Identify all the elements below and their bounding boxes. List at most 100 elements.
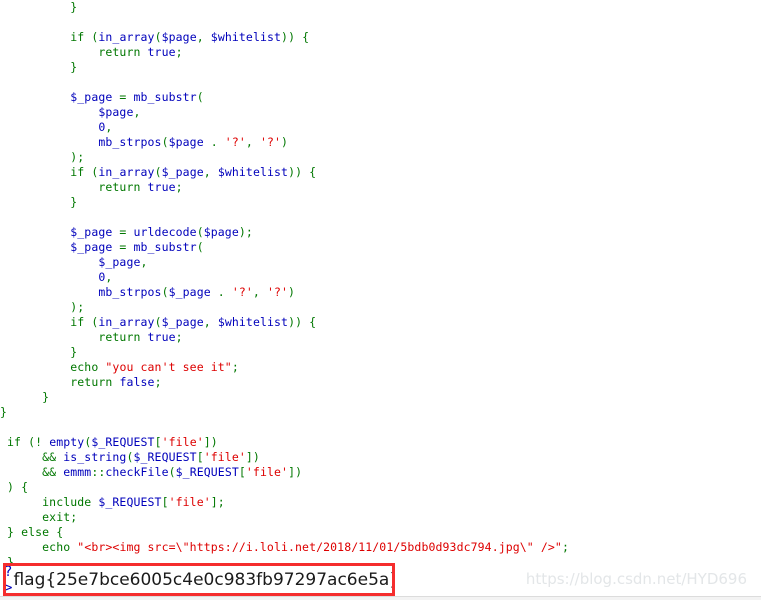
code-token-pun: ( <box>196 225 204 239</box>
php-source-code-view: } if (in_array($page, $whitelist)) { ret… <box>0 0 761 569</box>
code-token-fn: in_array <box>98 315 155 329</box>
code-token-pun <box>141 330 148 344</box>
code-token-var: $_page <box>70 90 113 104</box>
code-token-str: "you can't see it" <box>105 360 232 374</box>
code-token-pun: . <box>210 285 232 299</box>
code-token-kw: exit <box>42 510 71 524</box>
code-token-pun: } <box>70 195 78 209</box>
code-line: ); <box>0 150 761 165</box>
code-token-pun: , <box>133 105 141 119</box>
code-token-pun: , <box>252 285 267 299</box>
code-token-pun: :: <box>91 465 106 479</box>
flag-annotation-box: ?> flag{25e7bce6005c4e0c983fb97297ac6e5a… <box>3 563 395 596</box>
code-token-fn: mb_substr <box>133 90 197 104</box>
code-token-pun: ; <box>561 540 569 554</box>
code-token-pun: ]) <box>245 450 260 464</box>
code-token-pun: ; <box>154 375 162 389</box>
code-token-pun: ) <box>288 285 296 299</box>
code-token-pun: } <box>70 60 78 74</box>
code-token-var: $_page <box>161 165 204 179</box>
code-token-pun: , <box>203 165 218 179</box>
code-token-pun: = <box>112 240 134 254</box>
code-line: 0, <box>0 120 761 135</box>
blog-watermark: https://blog.csdn.net/HYD696 <box>525 570 747 588</box>
code-token-pun: { <box>49 525 64 539</box>
php-close-tag: ?> <box>4 563 13 596</box>
code-token-str: 'file' <box>161 435 204 449</box>
code-token-var: $_page <box>70 240 113 254</box>
code-line: } <box>0 405 761 420</box>
code-token-kw: else <box>21 525 50 539</box>
code-line: ) { <box>0 480 761 495</box>
code-line: return true; <box>0 330 761 345</box>
code-line: echo "you can't see it"; <box>0 360 761 375</box>
window-bottom-edge <box>0 596 761 600</box>
code-line: && emmm::checkFile($_REQUEST['file']) <box>0 465 761 480</box>
code-token-kw: if <box>70 30 85 44</box>
code-block: } if (in_array($page, $whitelist)) { ret… <box>0 0 761 570</box>
code-token-pun: } <box>70 0 78 14</box>
code-token-var: $whitelist <box>217 315 289 329</box>
code-token-pun: ); <box>70 150 85 164</box>
code-token-kw: return <box>98 45 141 59</box>
code-token-fn: emmm <box>63 465 92 479</box>
code-token-var: $page <box>161 30 197 44</box>
flag-value: flag{25e7bce6005c4e0c983fb97297ac6e5a} <box>13 569 395 590</box>
code-token-pun: , <box>203 315 218 329</box>
code-token-str: '?' <box>231 285 253 299</box>
code-token-var: $_page <box>168 285 211 299</box>
code-token-var: $_REQUEST <box>133 450 197 464</box>
code-token-str: "<br><img src=\"https://i.loli.net/2018/… <box>77 540 562 554</box>
code-token-pun: && <box>42 465 64 479</box>
code-line: } <box>0 0 761 15</box>
code-token-pun: } <box>7 525 22 539</box>
code-token-pun: , <box>245 135 260 149</box>
code-token-pun: )) { <box>288 165 317 179</box>
code-token-pun: ( <box>154 315 162 329</box>
code-token-fn: mb_strpos <box>98 285 162 299</box>
code-token-fn: urldecode <box>133 225 197 239</box>
code-token-fn: is_string <box>63 450 127 464</box>
code-token-fn: mb_strpos <box>98 135 162 149</box>
code-token-pun: , <box>105 120 113 134</box>
code-token-var: $page <box>168 135 204 149</box>
code-token-pun: ) { <box>7 480 29 494</box>
code-token-pun: , <box>196 30 211 44</box>
code-token-kw: if <box>70 315 85 329</box>
code-token-kw: return <box>98 330 141 344</box>
code-token-str: 'file' <box>203 450 246 464</box>
code-token-pun: ]) <box>203 435 218 449</box>
code-token-var: $whitelist <box>210 30 282 44</box>
code-token-pun: } <box>0 405 8 419</box>
code-token-pun: ; <box>175 330 183 344</box>
code-token-pun: ( <box>84 30 99 44</box>
code-token-pun: ; <box>175 180 183 194</box>
code-line: $_page = mb_substr( <box>0 90 761 105</box>
code-token-kw: if <box>70 165 85 179</box>
code-token-pun: ( <box>196 240 204 254</box>
code-token-pun: , <box>105 270 113 284</box>
code-line: $_page, <box>0 255 761 270</box>
code-token-pun: (! <box>21 435 50 449</box>
code-token-fn: true <box>147 45 176 59</box>
